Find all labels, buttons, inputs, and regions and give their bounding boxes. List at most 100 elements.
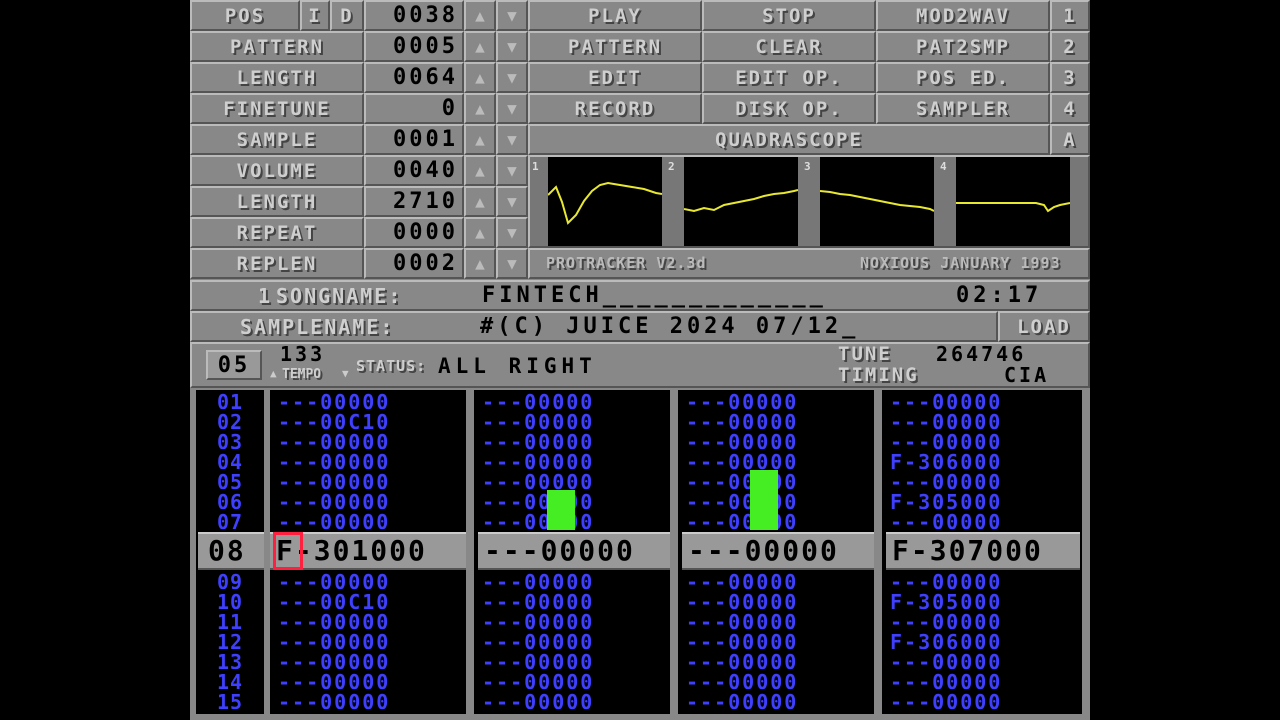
pat2smp-button[interactable]: PAT2SMP — [876, 31, 1050, 62]
pattern-cell[interactable]: ---00000 — [270, 492, 466, 512]
disk-op-button[interactable]: DISK OP. — [702, 93, 876, 124]
pattern-cell[interactable]: ---00000 — [270, 652, 466, 672]
pattern-cell[interactable]: ---00000 — [882, 572, 1082, 592]
pos-insert-button[interactable]: I — [300, 0, 330, 31]
sampler-button[interactable]: SAMPLER — [876, 93, 1050, 124]
pattern-cell[interactable]: ---00000 — [882, 512, 1082, 532]
clear-button[interactable]: CLEAR — [702, 31, 876, 62]
samplename-value[interactable]: #(C) JUICE 2024 07/12_ — [480, 313, 859, 340]
pattern-cell[interactable]: ---00000 — [882, 692, 1082, 712]
quadrascope-button[interactable]: QUADRASCOPE — [528, 124, 1050, 155]
pattern-cell[interactable]: ---00000 — [678, 412, 874, 432]
pattern-cell[interactable]: ---00000 — [678, 392, 874, 412]
pattern-cell[interactable]: ---00000 — [270, 572, 466, 592]
pattern-cell[interactable]: ---00000 — [882, 412, 1082, 432]
pattern-cell[interactable]: ---00000 — [474, 592, 670, 612]
pos-down-arrow-icon[interactable]: ▼ — [496, 0, 528, 31]
pattern-cell[interactable]: ---00000 — [270, 472, 466, 492]
quadrascope-mode-button[interactable]: A — [1050, 124, 1090, 155]
pattern-cell[interactable]: ---00000 — [270, 512, 466, 532]
length-up-arrow-icon[interactable]: ▲ — [464, 62, 496, 93]
pattern-cell[interactable]: ---00000 — [474, 612, 670, 632]
length-value[interactable]: 0064 — [364, 62, 464, 93]
tempo-up-icon[interactable]: ▲ — [270, 367, 277, 380]
sample-down-arrow-icon[interactable]: ▼ — [496, 124, 528, 155]
pattern-cell[interactable]: F-306000 — [882, 452, 1082, 472]
pattern-cell[interactable]: ---00000 — [678, 612, 874, 632]
bank-1-button[interactable]: 1 — [1050, 0, 1090, 31]
pattern-up-arrow-icon[interactable]: ▲ — [464, 31, 496, 62]
pattern-cell[interactable]: ---00000 — [474, 692, 670, 712]
pattern-value[interactable]: 0005 — [364, 31, 464, 62]
pattern-cell[interactable]: ---00000 — [474, 652, 670, 672]
pattern-cell[interactable]: ---00000 — [474, 392, 670, 412]
repeat-value[interactable]: 0000 — [364, 217, 464, 248]
pattern-cell[interactable]: F-306000 — [882, 632, 1082, 652]
tempo-value[interactable]: 133 — [280, 342, 329, 366]
pattern-cell[interactable]: ---00C10 — [270, 412, 466, 432]
pattern-down-arrow-icon[interactable]: ▼ — [496, 31, 528, 62]
repeat-up-arrow-icon[interactable]: ▲ — [464, 217, 496, 248]
volume-up-arrow-icon[interactable]: ▲ — [464, 155, 496, 186]
current-row-channel-3[interactable]: ---00000 — [682, 532, 874, 570]
length-down-arrow-icon[interactable]: ▼ — [496, 62, 528, 93]
repeat-down-arrow-icon[interactable]: ▼ — [496, 217, 528, 248]
pattern-cell[interactable]: ---00000 — [270, 692, 466, 712]
bank-4-button[interactable]: 4 — [1050, 93, 1090, 124]
edit-button[interactable]: EDIT — [528, 62, 702, 93]
tempo-down-icon[interactable]: ▼ — [342, 367, 349, 380]
bank-3-button[interactable]: 3 — [1050, 62, 1090, 93]
pattern-cell[interactable]: ---00000 — [882, 652, 1082, 672]
pattern-cell[interactable]: ---00000 — [678, 672, 874, 692]
pattern-cell[interactable]: ---00000 — [270, 432, 466, 452]
pattern-cell[interactable]: ---00000 — [474, 412, 670, 432]
bank-2-button[interactable]: 2 — [1050, 31, 1090, 62]
sample-up-arrow-icon[interactable]: ▲ — [464, 124, 496, 155]
pattern-cell[interactable]: ---00000 — [474, 432, 670, 452]
pattern-cell[interactable]: ---00000 — [270, 672, 466, 692]
record-button[interactable]: RECORD — [528, 93, 702, 124]
replen-down-arrow-icon[interactable]: ▼ — [496, 248, 528, 279]
pos-delete-button[interactable]: D — [330, 0, 364, 31]
load-button[interactable]: LOAD — [998, 311, 1090, 342]
pattern-cell[interactable]: ---00000 — [678, 572, 874, 592]
current-row-channel-4[interactable]: F-307000 — [886, 532, 1080, 570]
pattern-cell[interactable]: F-305000 — [882, 492, 1082, 512]
pattern-cell[interactable]: ---00000 — [882, 432, 1082, 452]
pattern-cell[interactable]: F-305000 — [882, 592, 1082, 612]
pattern-cell[interactable]: ---00000 — [474, 632, 670, 652]
volume-down-arrow-icon[interactable]: ▼ — [496, 155, 528, 186]
pattern-cell[interactable]: ---00000 — [270, 632, 466, 652]
pattern-cell[interactable]: ---00000 — [882, 672, 1082, 692]
current-row-channel-2[interactable]: ---00000 — [478, 532, 670, 570]
finetune-value[interactable]: 0 — [364, 93, 464, 124]
play-pattern-button[interactable]: PATTERN — [528, 31, 702, 62]
pattern-cell[interactable]: ---00000 — [882, 612, 1082, 632]
sample-length-down-arrow-icon[interactable]: ▼ — [496, 186, 528, 217]
finetune-up-arrow-icon[interactable]: ▲ — [464, 93, 496, 124]
pattern-cell[interactable]: ---00000 — [882, 392, 1082, 412]
songname-value[interactable]: FINTECH_____________ — [482, 282, 827, 309]
pattern-cell[interactable]: ---00000 — [474, 672, 670, 692]
replen-up-arrow-icon[interactable]: ▲ — [464, 248, 496, 279]
sample-length-value[interactable]: 2710 — [364, 186, 464, 217]
pattern-cell[interactable]: ---00000 — [678, 432, 874, 452]
sample-value[interactable]: 0001 — [364, 124, 464, 155]
pattern-cell[interactable]: ---00000 — [678, 632, 874, 652]
edit-op-button[interactable]: EDIT OP. — [702, 62, 876, 93]
pattern-cell[interactable]: ---00000 — [678, 592, 874, 612]
pattern-cell[interactable]: ---00000 — [270, 392, 466, 412]
pos-ed-button[interactable]: POS ED. — [876, 62, 1050, 93]
sample-length-up-arrow-icon[interactable]: ▲ — [464, 186, 496, 217]
pos-up-arrow-icon[interactable]: ▲ — [464, 0, 496, 31]
replen-value[interactable]: 0002 — [364, 248, 464, 279]
pos-value[interactable]: 0038 — [364, 0, 464, 31]
mod2wav-button[interactable]: MOD2WAV — [876, 0, 1050, 31]
pattern-cell[interactable]: ---00000 — [678, 692, 874, 712]
play-button[interactable]: PLAY — [528, 0, 702, 31]
pattern-cell[interactable]: ---00000 — [474, 472, 670, 492]
pattern-cell[interactable]: ---00C10 — [270, 592, 466, 612]
volume-value[interactable]: 0040 — [364, 155, 464, 186]
pattern-cell[interactable]: ---00000 — [678, 452, 874, 472]
pattern-cell[interactable]: ---00000 — [474, 572, 670, 592]
